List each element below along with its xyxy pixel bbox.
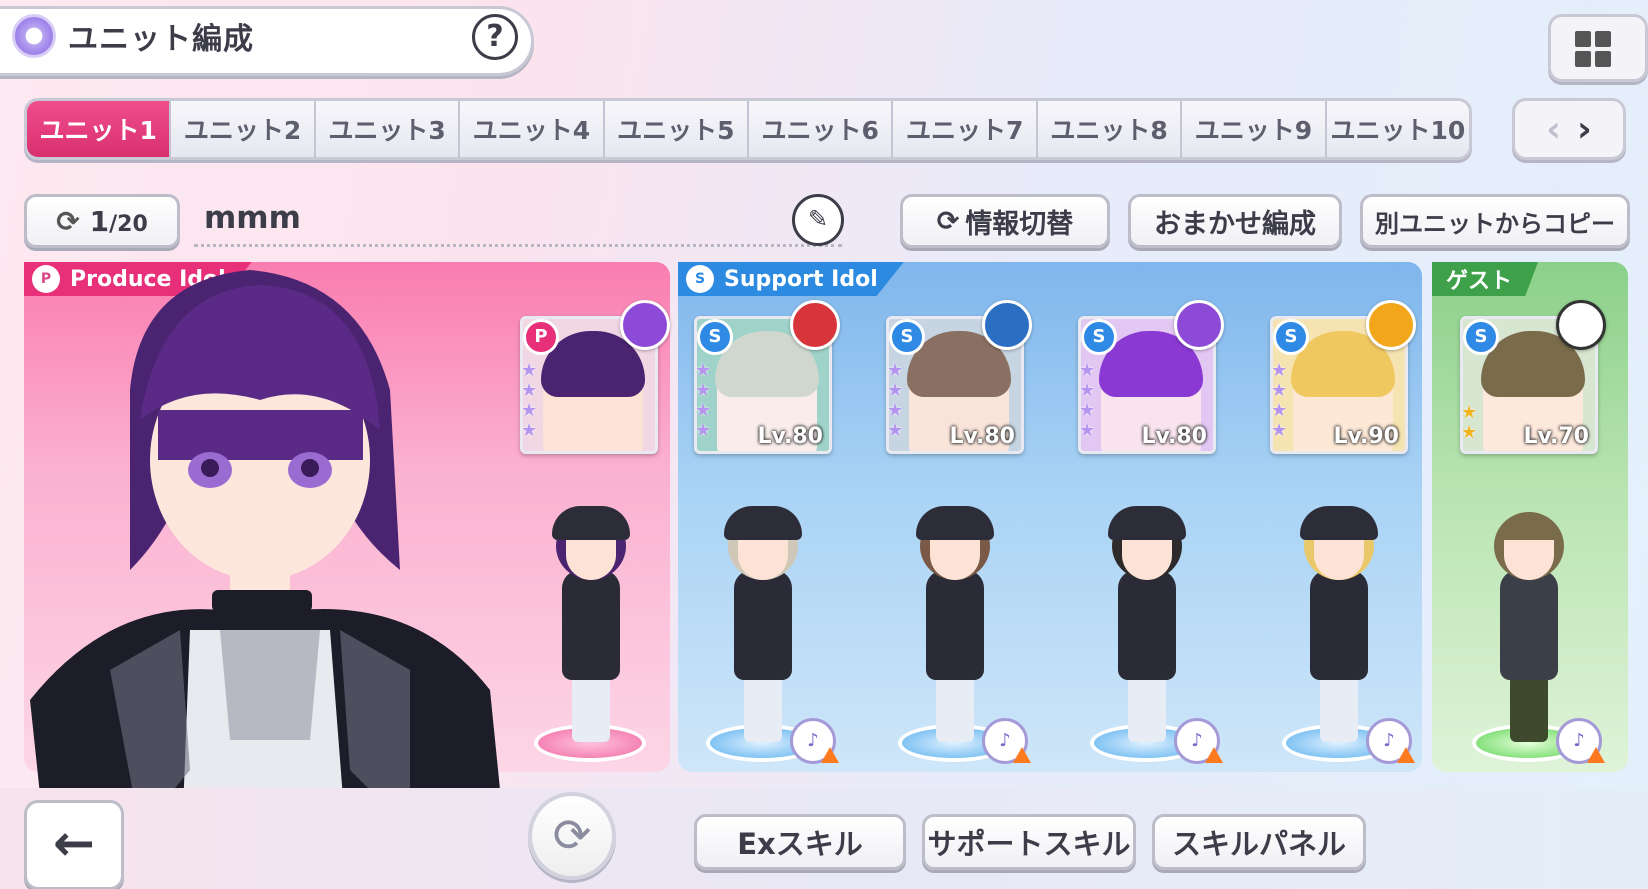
tab-unit-6[interactable]: ユニット6 [749, 101, 894, 157]
speaker-boost-icon[interactable]: ♪ [1366, 718, 1415, 764]
rarity-stars: ★ ★ ★ ★ [887, 360, 904, 441]
speaker-boost-icon[interactable]: ♪ [1174, 718, 1223, 764]
support-type-icon: S [1463, 319, 1499, 355]
skill-panel-button[interactable]: スキルパネル [1152, 814, 1366, 870]
rarity-stars: ★ ★ ★ ★ [1271, 360, 1288, 441]
support-type-icon: S [697, 319, 733, 355]
tab-unit-10[interactable]: ユニット10 [1326, 101, 1469, 157]
card-level: Lv.80 [1141, 424, 1207, 449]
grid-icon [1575, 31, 1591, 47]
support-chibi-figure-1[interactable]: ♪ [700, 500, 839, 770]
edit-name-button[interactable]: ✎ [792, 194, 844, 246]
tab-unit-4[interactable]: ユニット4 [460, 101, 605, 157]
refresh-icon: ⟳ [936, 205, 960, 237]
card-level: Lv.70 [1523, 424, 1589, 449]
guest-chibi-figure[interactable]: ♪ [1466, 500, 1605, 770]
unit-name: mmm [204, 200, 301, 236]
help-button[interactable]: ? [472, 14, 518, 60]
gear-icon [620, 300, 670, 350]
sparkle-attribute-icon [1366, 300, 1416, 350]
tab-unit-5[interactable]: ユニット5 [604, 101, 750, 157]
support-idol-label: S Support Idol [678, 262, 904, 296]
speaker-boost-icon[interactable]: ♪ [982, 718, 1031, 764]
rarity-stars: ★ ★ ★ ★ [521, 360, 538, 441]
unit-formation-icon [12, 14, 56, 58]
tab-pager: ‹ › [1512, 98, 1626, 160]
unit-tabs: ユニット1 ユニット2 ユニット3 ユニット4 ユニット5 ユニット6 ユニット… [24, 98, 1472, 160]
rarity-stars: ★ ★ ★ ★ [695, 360, 712, 441]
tab-unit-7[interactable]: ユニット7 [893, 101, 1038, 157]
support-type-icon: S [1081, 319, 1117, 355]
tab-unit-8[interactable]: ユニット8 [1037, 101, 1183, 157]
prev-arrow-icon[interactable]: ‹ [1546, 109, 1561, 150]
next-arrow-icon[interactable]: › [1577, 109, 1592, 150]
name-underline [194, 244, 842, 247]
support-type-icon: S [1273, 319, 1309, 355]
ex-skill-button[interactable]: Exスキル [694, 814, 906, 870]
copy-from-unit-button[interactable]: 別ユニットからコピー [1360, 194, 1630, 248]
guest-label: ゲスト [1432, 262, 1539, 296]
support-type-icon: S [889, 319, 925, 355]
info-switch-button[interactable]: ⟳ 情報切替 [900, 194, 1110, 248]
card-level: Lv.80 [949, 424, 1015, 449]
tab-unit-3[interactable]: ユニット3 [315, 101, 461, 157]
back-button[interactable]: ← [24, 800, 124, 889]
produce-type-icon: P [523, 319, 559, 355]
agency-logo-icon [1556, 300, 1606, 350]
tab-unit-2[interactable]: ユニット2 [171, 101, 316, 157]
speaker-boost-icon[interactable]: ♪ [1556, 718, 1605, 764]
produce-chibi-figure[interactable] [528, 500, 658, 770]
support-skill-button[interactable]: サポートスキル [922, 814, 1136, 870]
card-level: Lv.80 [757, 424, 823, 449]
pencil-icon: ✎ [807, 205, 829, 233]
unit-counter-button[interactable]: ⟳ 1/20 [24, 194, 180, 248]
back-arrow-icon: ← [53, 814, 95, 872]
support-chibi-figure-2[interactable]: ♪ [892, 500, 1031, 770]
refresh-icon: ⟳ [552, 808, 592, 862]
vocal-attribute-icon [790, 300, 840, 350]
card-level: Lv.90 [1333, 424, 1399, 449]
rarity-stars: ★ ★ ★ ★ [1079, 360, 1096, 441]
page-title: ユニット編成 [68, 22, 254, 57]
cycle-icon: ⟳ [56, 204, 80, 238]
auto-formation-button[interactable]: おまかせ編成 [1128, 194, 1342, 248]
gear-icon [1174, 300, 1224, 350]
menu-grid-button[interactable] [1548, 14, 1648, 82]
swap-idol-button[interactable]: ⟳ [528, 792, 616, 880]
support-icon: S [686, 265, 714, 293]
support-chibi-figure-4[interactable]: ♪ [1276, 500, 1415, 770]
tab-unit-9[interactable]: ユニット9 [1182, 101, 1327, 157]
rarity-stars: ★ ★ [1461, 402, 1478, 443]
dance-attribute-icon [982, 300, 1032, 350]
speaker-boost-icon[interactable]: ♪ [790, 718, 839, 764]
tab-unit-1[interactable]: ユニット1 [27, 101, 172, 157]
support-chibi-figure-3[interactable]: ♪ [1084, 500, 1223, 770]
